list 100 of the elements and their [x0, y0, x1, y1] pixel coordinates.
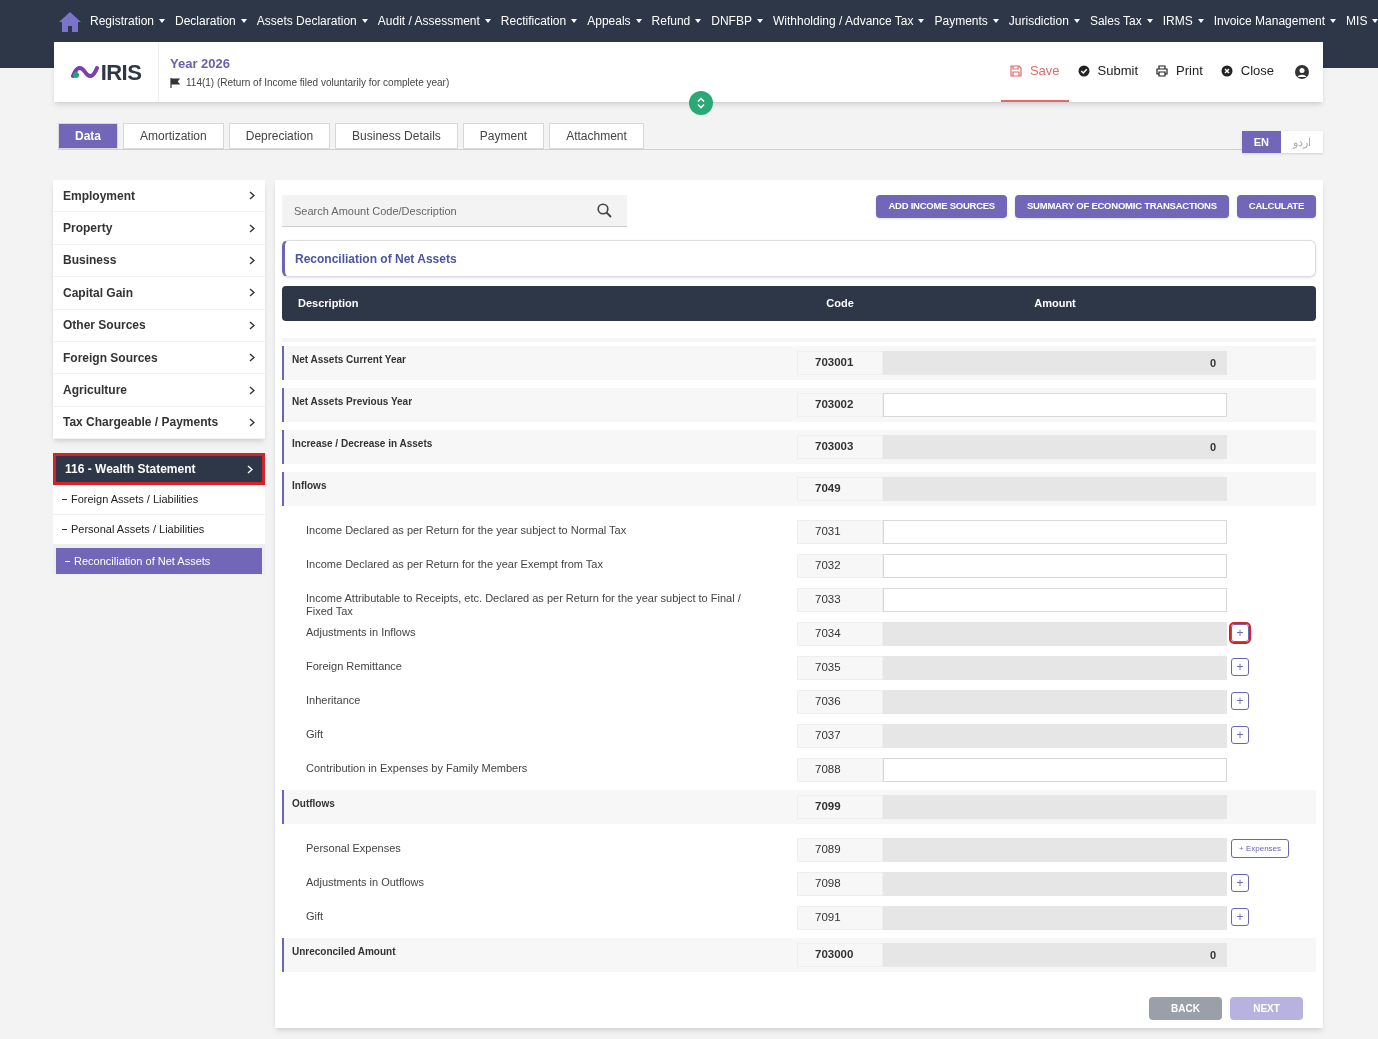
- nav-menu-item[interactable]: Rectification: [500, 12, 578, 30]
- caret-icon: [635, 19, 642, 23]
- expenses-button[interactable]: + Expenses: [1231, 839, 1290, 858]
- code-cell: 703002: [797, 393, 883, 417]
- amount-field[interactable]: [883, 588, 1227, 612]
- action-button[interactable]: SUMMARY OF ECONOMIC TRANSACTIONS: [1015, 195, 1229, 218]
- caret-icon: [240, 19, 247, 23]
- year-title: Year 2026: [170, 54, 231, 73]
- nav-menu-item[interactable]: Declaration: [175, 12, 247, 30]
- row-description: Income Declared as per Return for the year Exempt from Tax: [305, 557, 604, 571]
- tab[interactable]: Payment: [462, 123, 545, 149]
- sidebar-item[interactable]: Business: [53, 244, 265, 278]
- caret-icon: [571, 19, 578, 23]
- caret-icon: [992, 19, 999, 23]
- add-button[interactable]: +: [1231, 692, 1249, 710]
- code-cell: 7049: [797, 477, 883, 501]
- form-title: Reconciliation of Net Assets: [282, 240, 1316, 277]
- sidebar-item[interactable]: Agriculture: [53, 374, 265, 407]
- row-description: Net Assets Current Year: [291, 353, 407, 367]
- sidebar-item[interactable]: Foreign Sources: [53, 341, 265, 375]
- nav-menu-item[interactable]: DNFBP: [711, 12, 763, 30]
- nav-menu-item[interactable]: Appeals: [587, 12, 642, 30]
- caret-icon: [159, 19, 166, 23]
- tab[interactable]: Attachment: [549, 123, 644, 149]
- check-icon: [1077, 65, 1090, 77]
- code-cell: 7036: [797, 690, 883, 714]
- code-cell: 703003: [797, 435, 883, 459]
- nav-menu-item[interactable]: Withholding / Advance Tax: [772, 12, 925, 30]
- search-field[interactable]: Search Amount Code/Description: [282, 195, 627, 227]
- caret-icon: [918, 19, 925, 23]
- logo-text: IRIS: [100, 58, 142, 87]
- nav-menu-item[interactable]: Registration: [90, 12, 166, 30]
- sidebar-item[interactable]: Property: [53, 212, 265, 245]
- add-button[interactable]: +: [1231, 726, 1249, 744]
- sidebar-item[interactable]: Employment: [53, 180, 265, 213]
- tab[interactable]: Business Details: [335, 123, 458, 149]
- row-description: Income Declared as per Return for the year subject to Normal Tax: [305, 523, 628, 537]
- add-button[interactable]: +: [1231, 874, 1249, 892]
- code-cell: 7098: [797, 872, 883, 896]
- nav-menu-item[interactable]: Audit / Assessment: [377, 12, 491, 30]
- code-cell: 703001: [797, 351, 883, 375]
- add-button[interactable]: +: [1231, 624, 1249, 642]
- add-button[interactable]: +: [1231, 908, 1249, 926]
- nav-menu-item[interactable]: Payments: [934, 12, 999, 30]
- nav-menu-item[interactable]: Refund: [651, 12, 702, 30]
- row-description: Foreign Remittance: [305, 659, 403, 673]
- sidebar-subitem[interactable]: Reconciliation of Net Assets: [53, 545, 265, 576]
- home-icon[interactable]: [58, 11, 82, 33]
- code-cell: 7035: [797, 656, 883, 680]
- search-icon[interactable]: [597, 203, 612, 218]
- nav-menu-item[interactable]: Sales Tax: [1089, 12, 1153, 30]
- amount-field[interactable]: [883, 520, 1227, 544]
- user-avatar-icon[interactable]: [1295, 65, 1309, 79]
- row-description: Gift: [305, 727, 325, 741]
- amount-field[interactable]: [883, 393, 1227, 417]
- collapse-toggle[interactable]: [689, 91, 713, 115]
- language-toggle[interactable]: EN: [1241, 131, 1281, 153]
- submit-button[interactable]: Submit: [1068, 42, 1147, 102]
- code-cell: 703000: [797, 943, 883, 967]
- chevron-right-icon: [249, 385, 255, 395]
- add-button[interactable]: +: [1231, 658, 1249, 676]
- nav-menu-item[interactable]: Assets Declaration: [256, 12, 368, 30]
- close-button[interactable]: Close: [1211, 42, 1283, 102]
- tab[interactable]: Amortization: [123, 123, 224, 149]
- sidebar-item[interactable]: Other Sources: [53, 309, 265, 342]
- nav-menu-item[interactable]: MIS: [1346, 12, 1378, 30]
- save-icon: [1009, 65, 1022, 77]
- sidebar-subitem[interactable]: Foreign Assets / Liabilities: [53, 485, 265, 516]
- tab[interactable]: Depreciation: [228, 123, 331, 149]
- flag-icon: [170, 77, 180, 88]
- nav-menu-item[interactable]: IRMS: [1162, 12, 1204, 30]
- chevron-right-icon: [249, 288, 255, 298]
- chevron-right-icon: [249, 353, 255, 363]
- action-button[interactable]: ADD INCOME SOURCES: [876, 195, 1007, 218]
- column-header: Amount: [1033, 296, 1077, 312]
- wealth-statement-item[interactable]: 116 - Wealth Statement: [53, 453, 265, 486]
- amount-field[interactable]: [883, 758, 1227, 782]
- caret-icon: [1330, 19, 1337, 23]
- return-type-text: 114(1) (Return of Income filed voluntarily for complete year): [186, 76, 450, 91]
- row-description: Gift: [305, 909, 325, 923]
- sidebar-item[interactable]: Tax Chargeable / Payments: [53, 406, 265, 440]
- row-description: Adjustments in Outflows: [305, 875, 425, 889]
- action-button[interactable]: CALCULATE: [1236, 195, 1316, 218]
- tab[interactable]: Data: [58, 123, 118, 149]
- dash-icon: [65, 560, 70, 562]
- print-button[interactable]: Print: [1147, 42, 1212, 102]
- chevron-right-icon: [249, 191, 255, 201]
- code-cell: 7034: [797, 622, 883, 646]
- close-icon: [1220, 65, 1233, 77]
- row-description: Outflows: [291, 797, 336, 811]
- printer-icon: [1156, 65, 1168, 77]
- nav-menu-item[interactable]: Jurisdiction: [1008, 12, 1080, 30]
- sidebar-item[interactable]: Capital Gain: [53, 277, 265, 310]
- row-description: Personal Expenses: [305, 841, 402, 855]
- amount-field[interactable]: [883, 554, 1227, 578]
- caret-icon: [756, 19, 763, 23]
- amount-field: 0: [883, 943, 1227, 967]
- nav-menu-item[interactable]: Invoice Management: [1213, 12, 1337, 30]
- row-description: Unreconciled Amount: [291, 945, 397, 959]
- chevron-right-icon: [249, 417, 255, 427]
